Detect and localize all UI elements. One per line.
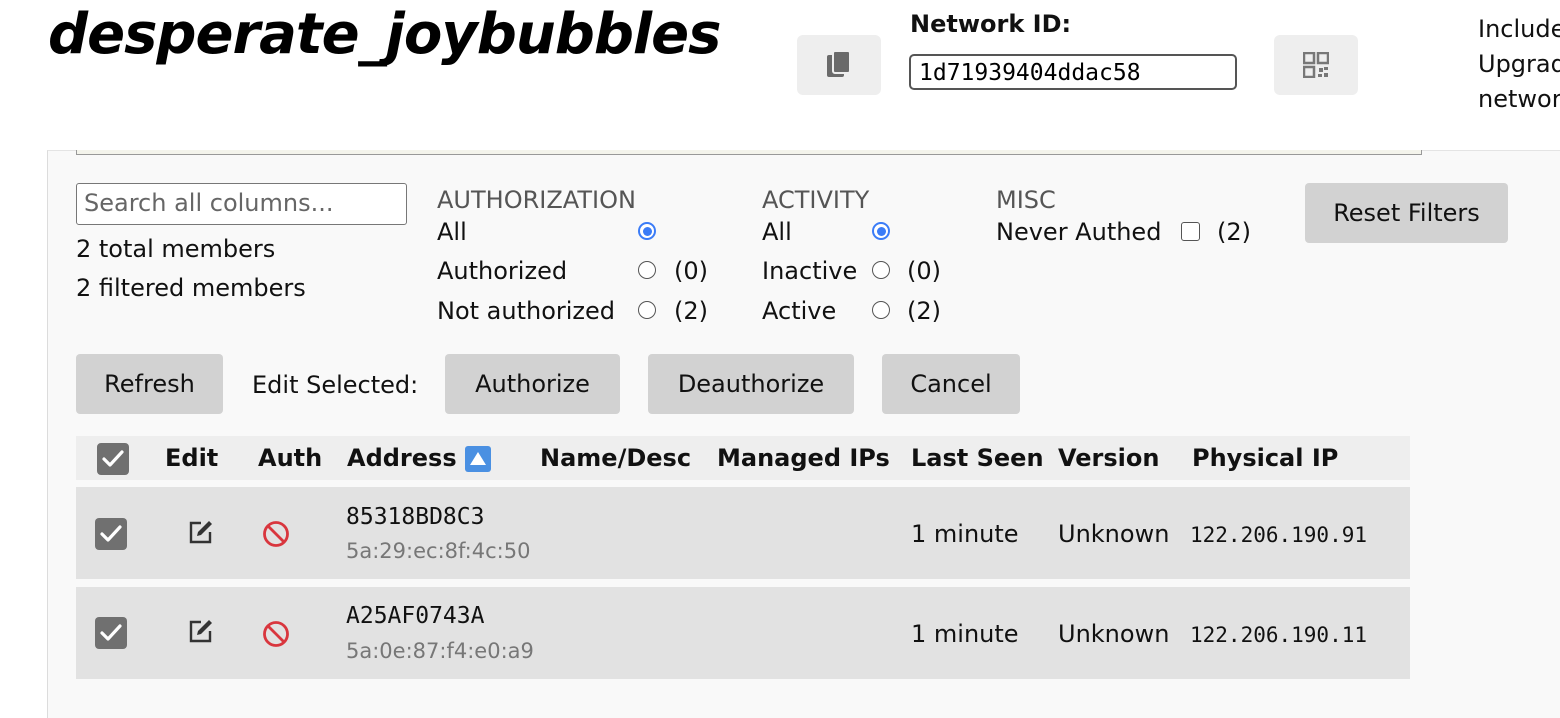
upgrade-note: Include Upgrad networ — [1478, 12, 1560, 117]
activity-filter-all-radio[interactable] — [872, 222, 890, 240]
member-last-seen: 1 minute — [911, 620, 1019, 648]
activity-filter-active-count: (2) — [907, 297, 941, 325]
auth-filter-all-radio[interactable] — [638, 222, 656, 240]
activity-filter-inactive-label: Inactive — [762, 257, 858, 285]
member-physical-ip: 122.206.190.11 — [1190, 623, 1368, 647]
column-header-edit: Edit — [165, 444, 219, 472]
never-authed-label: Never Authed — [996, 218, 1162, 246]
edit-member-button[interactable] — [187, 617, 215, 645]
edit-icon — [189, 620, 212, 643]
upgrade-note-line: networ — [1478, 85, 1560, 113]
column-header-physical-ip[interactable]: Physical IP — [1192, 444, 1338, 472]
search-input[interactable]: Search all columns... — [76, 183, 407, 225]
member-mac: 5a:29:ec:8f:4c:50 — [346, 539, 531, 563]
copy-icon — [827, 50, 851, 77]
checkmark-icon — [100, 525, 122, 542]
activity-filter-inactive-radio[interactable] — [872, 261, 890, 279]
column-header-name[interactable]: Name/Desc — [540, 444, 691, 472]
activity-filter-active-radio[interactable] — [872, 301, 890, 319]
auth-filter-not-authorized-radio[interactable] — [638, 301, 656, 319]
auth-filter-authorized-label: Authorized — [437, 257, 568, 285]
sort-ascending-icon[interactable] — [465, 446, 491, 472]
never-authed-checkbox[interactable] — [1181, 222, 1200, 241]
member-version: Unknown — [1058, 520, 1170, 548]
filtered-members-count: 2 filtered members — [76, 274, 306, 302]
member-physical-ip: 122.206.190.91 — [1190, 523, 1368, 547]
edit-member-button[interactable] — [187, 518, 215, 546]
edit-selected-label: Edit Selected: — [252, 371, 419, 399]
upgrade-note-line: Include — [1478, 15, 1560, 43]
panel-divider — [76, 150, 1422, 155]
member-mac: 5a:0e:87:f4:e0:a9 — [346, 639, 534, 663]
activity-filter-active-label: Active — [762, 297, 837, 325]
auth-filter-all-label: All — [437, 218, 467, 246]
authorization-filter-heading: AUTHORIZATION — [437, 186, 636, 214]
upgrade-note-line: Upgrad — [1478, 50, 1560, 78]
network-id-label: Network ID: — [910, 10, 1072, 38]
row-select-checkbox[interactable] — [95, 518, 127, 550]
member-auth-toggle[interactable] — [262, 620, 290, 648]
checkmark-icon — [100, 624, 122, 641]
show-qr-code-button[interactable] — [1274, 35, 1358, 95]
member-version: Unknown — [1058, 620, 1170, 648]
reset-filters-button[interactable]: Reset Filters — [1305, 183, 1508, 243]
column-header-auth[interactable]: Auth — [258, 444, 322, 472]
deauthorize-button[interactable]: Deauthorize — [648, 354, 854, 414]
column-header-version[interactable]: Version — [1058, 444, 1159, 472]
refresh-button[interactable]: Refresh — [76, 354, 223, 414]
member-address: 85318BD8C3 — [346, 504, 485, 530]
edit-icon — [189, 521, 212, 544]
auth-filter-authorized-count: (0) — [674, 257, 708, 285]
activity-filter-all-label: All — [762, 218, 792, 246]
copy-network-id-button[interactable] — [797, 35, 881, 95]
member-last-seen: 1 minute — [911, 520, 1019, 548]
cancel-button[interactable]: Cancel — [882, 354, 1020, 414]
not-authorized-icon — [263, 521, 289, 547]
column-header-address[interactable]: Address — [347, 444, 457, 472]
qr-code-icon — [1303, 52, 1329, 78]
not-authorized-icon — [263, 621, 289, 647]
checkmark-icon — [102, 450, 124, 467]
member-address: A25AF0743A — [346, 603, 485, 629]
auth-filter-authorized-radio[interactable] — [638, 261, 656, 279]
select-all-checkbox[interactable] — [97, 443, 129, 475]
network-name: desperate_joybubbles — [48, 2, 721, 67]
activity-filter-heading: ACTIVITY — [762, 186, 870, 214]
member-auth-toggle[interactable] — [262, 520, 290, 548]
auth-filter-not-authorized-label: Not authorized — [437, 297, 616, 325]
total-members-count: 2 total members — [76, 235, 276, 263]
misc-filter-heading: MISC — [996, 186, 1056, 214]
column-header-managed-ips[interactable]: Managed IPs — [717, 444, 890, 472]
authorize-button[interactable]: Authorize — [445, 354, 620, 414]
column-header-last-seen[interactable]: Last Seen — [911, 444, 1044, 472]
never-authed-count: (2) — [1217, 218, 1251, 246]
row-select-checkbox[interactable] — [95, 617, 127, 649]
auth-filter-not-authorized-count: (2) — [674, 297, 708, 325]
network-id-field[interactable]: 1d71939404ddac58 — [909, 54, 1237, 90]
activity-filter-inactive-count: (0) — [907, 257, 941, 285]
